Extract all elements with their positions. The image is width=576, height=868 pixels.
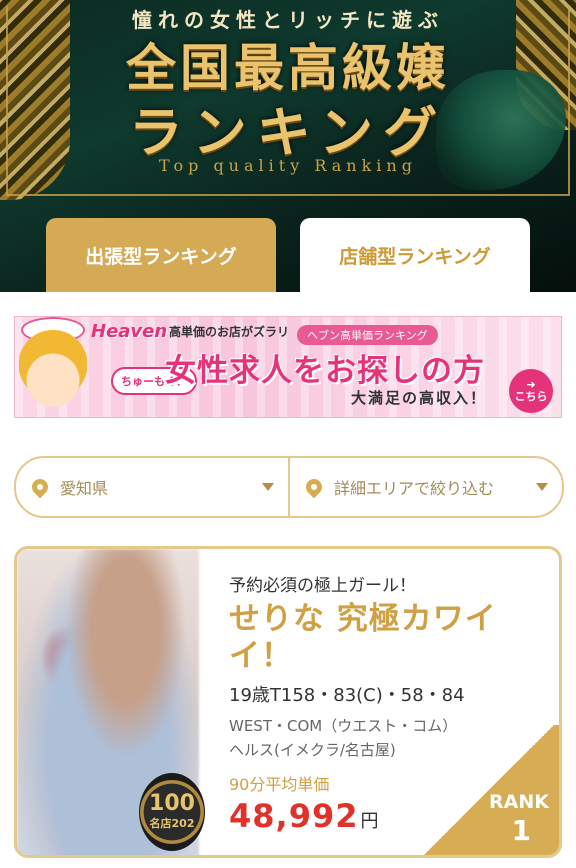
ranking-hero-banner: 憧れの女性とリッチに遊ぶ 全国最高級嬢 ランキング Top quality Ra… [0,0,576,292]
catchphrase: 予約必須の極上ガール！ [229,576,416,596]
tab-label: 出張型ランキング [85,245,237,268]
price-label: 90分平均単価 [229,775,330,794]
location-pin-icon [302,475,326,499]
banner-cta-button[interactable]: ➜ こちら [509,369,553,413]
prefecture-select[interactable]: 愛知県 [16,458,288,516]
mascot-icon [19,323,87,415]
rank-number: 1 [511,814,531,847]
job-ad-banner[interactable]: Heaven 高単価のお店がズラリ ヘブン高単価ランキング ちゅーもく！ 女性求… [14,316,562,418]
girl-name-link[interactable]: せりな 究極カワイイ！ [229,601,535,675]
rank-corner-badge: RANK 1 [419,725,559,855]
price-value: 48,992 円 [229,797,379,835]
tab-store-ranking[interactable]: 店舗型ランキング [300,218,530,292]
banner-tag-pill: ヘブン高単価ランキング [297,325,438,345]
rank-label: RANK [489,791,549,813]
area-select-value: 詳細エリアで絞り込む [334,479,495,498]
banner-cta-label: こちら [514,390,548,403]
area-filter-bar: 愛知県 詳細エリアで絞り込む [14,456,564,518]
prefecture-select-value: 愛知県 [60,479,109,498]
price-unit: 円 [360,811,380,832]
location-pin-icon [28,475,52,499]
caret-down-icon [536,483,548,491]
banner-headline: 女性求人をお探しの方 [165,353,485,389]
area-select[interactable]: 詳細エリアで絞り込む [288,458,562,516]
heaven-logo: Heaven [91,321,168,342]
ranking-card[interactable]: 100 名店202 予約必須の極上ガール！ せりな 究極カワイイ！ 19歳T15… [14,546,562,858]
banner-footer: 大満足の高収入！ [351,389,488,407]
hero-title-en: Top quality Ranking [159,156,417,175]
caret-down-icon [262,483,274,491]
badge-text: 名店202 [149,817,195,830]
badge-number: 100 [149,791,195,816]
tab-label: 店舗型ランキング [339,245,491,268]
award-badge: 100 名店202 [139,773,205,851]
profile-stats: 19歳T158・83(C)・58・84 [229,685,465,706]
price-number: 48,992 [229,797,359,835]
shop-category: ヘルス(イメクラ/名古屋) [229,741,396,759]
banner-tagline: 高単価のお店がズラリ [169,325,290,339]
tab-delivery-ranking[interactable]: 出張型ランキング [46,218,276,292]
